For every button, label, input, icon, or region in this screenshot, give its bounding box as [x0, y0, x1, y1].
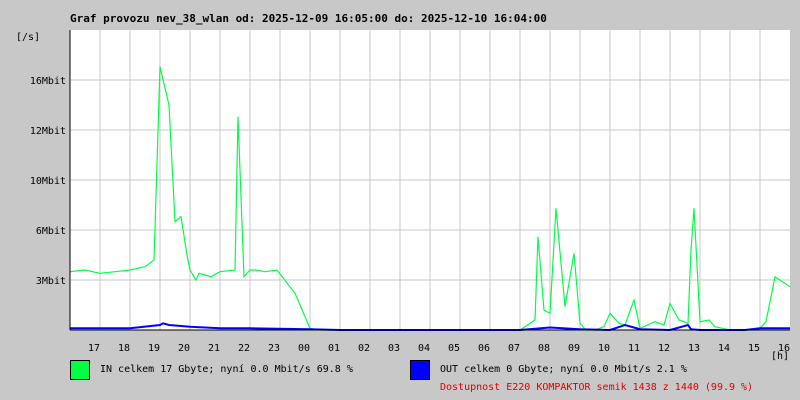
- x-tick-label: 09: [568, 343, 580, 354]
- x-tick-label: 12: [658, 343, 670, 354]
- y-tick-label: 16Mbit: [30, 76, 66, 87]
- x-tick-label: 05: [448, 343, 460, 354]
- x-tick-label: 11: [628, 343, 640, 354]
- traffic-chart: 17 18 19 20 21 22 23 00 01 02 03 04 05 06 07 08 09 10 11 12…: [30, 30, 791, 354]
- in-legend-label: IN celkem 17 Gbyte; nyní 0.0 Mbit/s 69.8…: [100, 364, 353, 375]
- out-legend-label: OUT celkem 0 Gbyte; nyní 0.0 Mbit/s 2.1 …: [440, 364, 687, 375]
- out-legend-swatch: [410, 360, 430, 380]
- availability-text: Dostupnost E220 KOMPAKTOR semik 1438 z 1…: [440, 382, 754, 393]
- x-tick-label: 20: [178, 343, 190, 354]
- x-tick-label: 18: [118, 343, 130, 354]
- x-tick-label: 14: [718, 343, 730, 354]
- x-tick-label: 13: [688, 343, 700, 354]
- y-tick-label: 3Mbit: [36, 276, 66, 287]
- x-tick-label: 02: [358, 343, 370, 354]
- x-tick-label: 01: [328, 343, 340, 354]
- y-tick-label: 10Mbit: [30, 176, 66, 187]
- chart-title: Graf provozu nev_38_wlan od: 2025-12-09 …: [70, 12, 547, 25]
- x-tick-label: 04: [418, 343, 430, 354]
- x-tick-label: 15: [748, 343, 760, 354]
- x-axis-unit: [h]: [771, 351, 790, 362]
- y-tick-label: 6Mbit: [36, 226, 66, 237]
- x-tick-label: 17: [88, 343, 100, 354]
- x-tick-label: 23: [268, 343, 280, 354]
- x-tick-label: 06: [478, 343, 490, 354]
- y-axis-unit: [/s]: [16, 32, 41, 43]
- x-tick-label: 10: [598, 343, 610, 354]
- x-tick-label: 19: [148, 343, 160, 354]
- x-tick-label: 03: [388, 343, 400, 354]
- x-tick-label: 08: [538, 343, 550, 354]
- x-tick-label: 21: [208, 343, 220, 354]
- x-tick-label: 00: [298, 343, 310, 354]
- x-tick-label: 22: [238, 343, 250, 354]
- y-tick-label: 12Mbit: [30, 126, 66, 137]
- in-legend-swatch: [70, 360, 90, 380]
- x-tick-label: 07: [508, 343, 520, 354]
